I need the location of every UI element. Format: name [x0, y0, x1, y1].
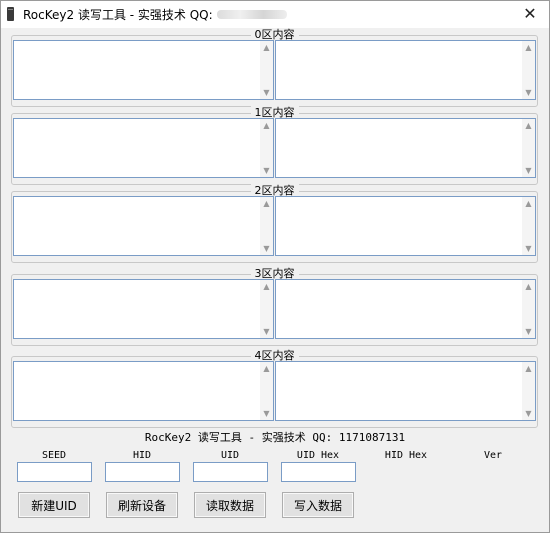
redacted-qq-number	[217, 10, 287, 19]
zone-4-right-scrollbar[interactable]: ▲ ▼	[522, 362, 535, 420]
main-content: 0区内容 ▲ ▼ ▲ ▼ 1区内容 ▲ ▼ ▲ ▼ 2区内容 ▲ ▼ ▲ ▼ 3…	[1, 28, 549, 532]
zone-0-right-scrollbar[interactable]: ▲ ▼	[522, 41, 535, 99]
zone-2-group: 2区内容 ▲ ▼ ▲ ▼	[11, 184, 538, 263]
scroll-up-arrow-icon[interactable]: ▲	[522, 362, 535, 375]
zone-2-right-scrollbar[interactable]: ▲ ▼	[522, 197, 535, 255]
close-icon[interactable]: ✕	[519, 4, 541, 24]
zone-1-right-scrollbar[interactable]: ▲ ▼	[522, 119, 535, 177]
title-bar: RocKey2 读写工具 - 实强技术 QQ: ✕	[1, 1, 549, 28]
zone-1-left-memo[interactable]: ▲ ▼	[13, 118, 274, 178]
zone-1-right-textarea[interactable]	[276, 119, 521, 177]
zone-1-group: 1区内容 ▲ ▼ ▲ ▼	[11, 106, 538, 185]
zone-1-right-memo[interactable]: ▲ ▼	[275, 118, 536, 178]
scroll-down-arrow-icon[interactable]: ▼	[260, 164, 273, 177]
zone-4-right-memo[interactable]: ▲ ▼	[275, 361, 536, 421]
zone-0-group: 0区内容 ▲ ▼ ▲ ▼	[11, 28, 538, 107]
scroll-down-arrow-icon[interactable]: ▼	[260, 325, 273, 338]
zone-3-left-memo[interactable]: ▲ ▼	[13, 279, 274, 339]
zone-0-right-textarea[interactable]	[276, 41, 521, 99]
zone-3-right-scrollbar[interactable]: ▲ ▼	[522, 280, 535, 338]
scroll-down-arrow-icon[interactable]: ▼	[260, 86, 273, 99]
window-title: RocKey2 读写工具 - 实强技术 QQ:	[23, 8, 213, 22]
scroll-up-arrow-icon[interactable]: ▲	[260, 197, 273, 210]
hid-input[interactable]	[105, 462, 180, 482]
uid-hex-input[interactable]	[281, 462, 356, 482]
scroll-up-arrow-icon[interactable]: ▲	[522, 197, 535, 210]
zone-1-left-textarea[interactable]	[14, 119, 259, 177]
scroll-down-arrow-icon[interactable]: ▼	[260, 242, 273, 255]
seed-label: SEED	[41, 450, 67, 461]
scroll-up-arrow-icon[interactable]: ▲	[522, 280, 535, 293]
scroll-up-arrow-icon[interactable]: ▲	[522, 119, 535, 132]
read-data-button[interactable]: 读取数据	[194, 492, 266, 518]
zone-3-right-memo[interactable]: ▲ ▼	[275, 279, 536, 339]
zone-4-group: 4区内容 ▲ ▼ ▲ ▼	[11, 349, 538, 428]
ver-label: Ver	[483, 450, 503, 461]
scroll-down-arrow-icon[interactable]: ▼	[522, 164, 535, 177]
scroll-up-arrow-icon[interactable]: ▲	[260, 119, 273, 132]
zone-4-left-memo[interactable]: ▲ ▼	[13, 361, 274, 421]
zone-3-right-textarea[interactable]	[276, 280, 521, 338]
new-uid-button[interactable]: 新建UID	[18, 492, 90, 518]
zone-0-right-memo[interactable]: ▲ ▼	[275, 40, 536, 100]
zone-4-right-textarea[interactable]	[276, 362, 521, 420]
zone-2-left-textarea[interactable]	[14, 197, 259, 255]
zone-2-left-scrollbar[interactable]: ▲ ▼	[260, 197, 273, 255]
zone-4-left-textarea[interactable]	[14, 362, 259, 420]
uid-label: UID	[220, 450, 240, 461]
hid-hex-label: HID Hex	[384, 450, 428, 461]
scroll-up-arrow-icon[interactable]: ▲	[522, 41, 535, 54]
hid-label: HID	[132, 450, 152, 461]
uid-hex-label: UID Hex	[296, 450, 340, 461]
scroll-up-arrow-icon[interactable]: ▲	[260, 41, 273, 54]
scroll-down-arrow-icon[interactable]: ▼	[522, 325, 535, 338]
app-icon	[7, 7, 14, 21]
zone-1-left-scrollbar[interactable]: ▲ ▼	[260, 119, 273, 177]
zone-2-right-memo[interactable]: ▲ ▼	[275, 196, 536, 256]
scroll-down-arrow-icon[interactable]: ▼	[522, 242, 535, 255]
zone-2-left-memo[interactable]: ▲ ▼	[13, 196, 274, 256]
scroll-down-arrow-icon[interactable]: ▼	[522, 407, 535, 420]
zone-0-left-memo[interactable]: ▲ ▼	[13, 40, 274, 100]
seed-input[interactable]	[17, 462, 92, 482]
scroll-down-arrow-icon[interactable]: ▼	[522, 86, 535, 99]
refresh-device-button[interactable]: 刷新设备	[106, 492, 178, 518]
scroll-down-arrow-icon[interactable]: ▼	[260, 407, 273, 420]
status-caption: RocKey2 读写工具 - 实强技术 QQ: 1171087131	[144, 431, 406, 444]
zone-4-left-scrollbar[interactable]: ▲ ▼	[260, 362, 273, 420]
app-window: RocKey2 读写工具 - 实强技术 QQ: ✕ 0区内容 ▲ ▼ ▲ ▼ 1…	[0, 0, 550, 533]
zone-2-right-textarea[interactable]	[276, 197, 521, 255]
uid-input[interactable]	[193, 462, 268, 482]
zone-3-left-scrollbar[interactable]: ▲ ▼	[260, 280, 273, 338]
zone-3-group: 3区内容 ▲ ▼ ▲ ▼	[11, 267, 538, 346]
scroll-up-arrow-icon[interactable]: ▲	[260, 362, 273, 375]
zone-0-left-textarea[interactable]	[14, 41, 259, 99]
write-data-button[interactable]: 写入数据	[282, 492, 354, 518]
zone-0-left-scrollbar[interactable]: ▲ ▼	[260, 41, 273, 99]
zone-3-left-textarea[interactable]	[14, 280, 259, 338]
scroll-up-arrow-icon[interactable]: ▲	[260, 280, 273, 293]
